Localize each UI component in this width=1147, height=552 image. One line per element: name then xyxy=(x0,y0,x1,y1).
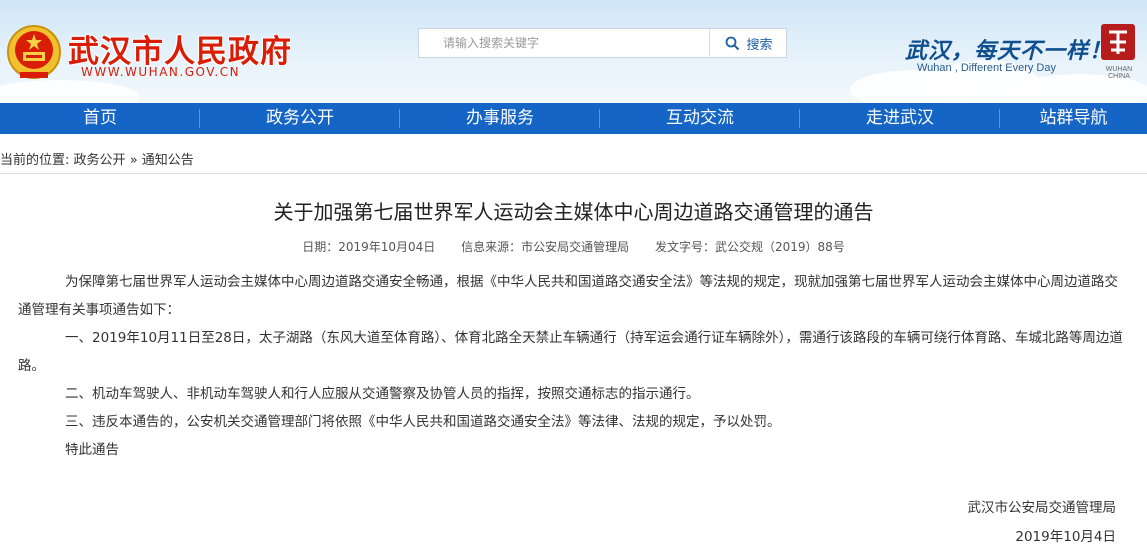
site-header: 武汉市人民政府 WWW.WUHAN.GOV.CN 搜索 武汉，每天不一样！ Wu… xyxy=(0,0,1147,103)
article-paragraph: 二、机动车驾驶人、非机动车驾驶人和行人应服从交通警察及协管人员的指挥，按照交通标… xyxy=(65,386,700,402)
nav-item-label: 走进武汉 xyxy=(866,108,934,128)
article-paragraph: 三、违反本通告的，公安机关交通管理部门将依照《中华人民共和国道路交通安全法》等法… xyxy=(65,414,781,430)
search-button[interactable]: 搜索 xyxy=(709,29,788,57)
nav-item-government-affairs[interactable]: 政务公开 xyxy=(200,103,400,134)
wuhan-seal-icon xyxy=(1101,24,1135,60)
nav-item-label: 互动交流 xyxy=(666,108,734,128)
city-slogan: 武汉，每天不一样！ xyxy=(905,38,1113,64)
article-title: 关于加强第七届世界军人运动会主媒体中心周边道路交通管理的通告 xyxy=(273,200,874,224)
national-emblem-icon[interactable] xyxy=(6,22,62,82)
article-meta: 日期：2019年10月04日 信息来源：市公安局交通管理局 发文字号：武公交规（… xyxy=(0,238,1147,255)
divider xyxy=(0,173,1147,174)
nav-item-services[interactable]: 办事服务 xyxy=(400,103,600,134)
main-nav: 首页 政务公开 办事服务 互动交流 走进武汉 站群导航 xyxy=(0,103,1147,134)
article-source: 信息来源：市公安局交通管理局 xyxy=(461,240,630,254)
article-body: 为保障第七届世界军人运动会主媒体中心周边道路交通安全畅通，根据《中华人民共和国道… xyxy=(18,268,1123,464)
nav-item-label: 办事服务 xyxy=(466,108,534,128)
nav-item-label: 首页 xyxy=(83,108,117,128)
search-icon xyxy=(726,36,740,50)
article-paragraph: 为保障第七届世界军人运动会主媒体中心周边道路交通安全畅通，根据《中华人民共和国道… xyxy=(18,274,1118,318)
breadcrumb-separator: » xyxy=(129,153,138,168)
article-closing: 特此通告 xyxy=(65,442,119,458)
breadcrumb-link-government-affairs[interactable]: 政务公开 xyxy=(74,153,126,168)
nav-item-about-wuhan[interactable]: 走进武汉 xyxy=(800,103,1000,134)
search-input[interactable] xyxy=(419,29,707,57)
search-box: 搜索 xyxy=(418,28,787,58)
breadcrumb-prefix: 当前的位置: xyxy=(0,153,70,168)
nav-item-site-navigation[interactable]: 站群导航 xyxy=(1000,103,1147,134)
signature-date: 2019年10月4日 xyxy=(1015,529,1116,545)
signature-organization: 武汉市公安局交通管理局 xyxy=(967,500,1117,516)
breadcrumb: 当前的位置: 政务公开 » 通知公告 xyxy=(0,149,194,168)
breadcrumb-link-notices[interactable]: 通知公告 xyxy=(142,153,194,168)
nav-item-interaction[interactable]: 互动交流 xyxy=(600,103,800,134)
article-doc-number: 发文字号：武公交规（2019）88号 xyxy=(654,240,845,254)
cloud-decoration xyxy=(0,80,140,103)
site-url: WWW.WUHAN.GOV.CN xyxy=(81,65,241,79)
nav-item-home[interactable]: 首页 xyxy=(0,103,200,134)
seal-caption: WUHAN CHINA xyxy=(1105,66,1133,80)
article-date: 日期：2019年10月04日 xyxy=(302,240,436,254)
city-slogan-en: Wuhan , Different Every Day xyxy=(917,62,1056,74)
nav-item-label: 政务公开 xyxy=(266,108,334,128)
nav-item-label: 站群导航 xyxy=(1039,108,1108,128)
search-button-label: 搜索 xyxy=(746,37,773,53)
article-paragraph: 一、2019年10月11日至28日，太子湖路（东风大道至体育路）、体育北路全天禁… xyxy=(18,330,1123,374)
